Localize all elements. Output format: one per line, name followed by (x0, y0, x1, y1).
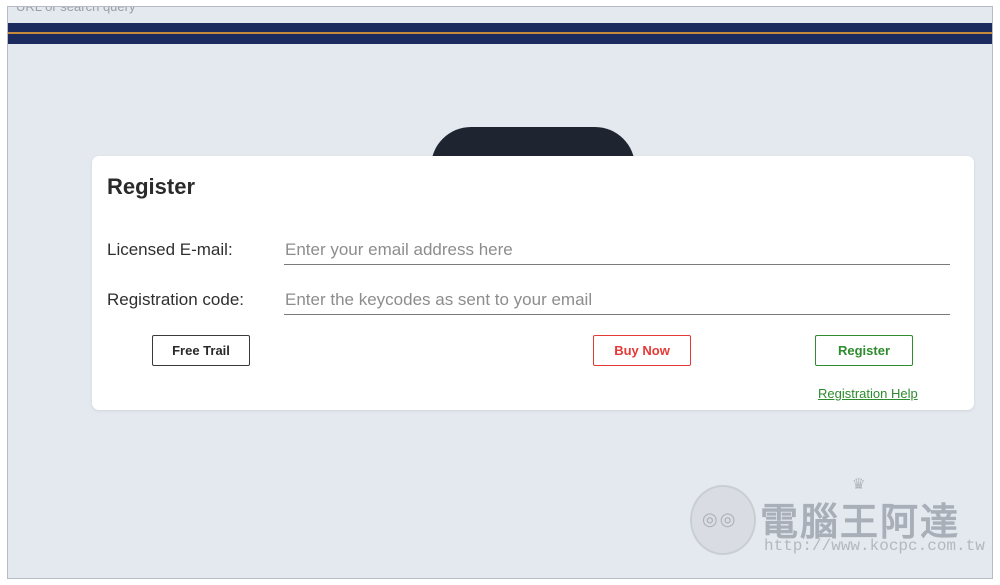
header-bar-lower (8, 34, 992, 44)
registration-code-field[interactable] (284, 285, 950, 315)
watermark-logo: ◎◎ ♛ 電腦王阿達 http://www.kocpc.com.tw (686, 475, 986, 565)
app-window: URL or search query Register Licensed E-… (7, 6, 993, 579)
buy-now-button[interactable]: Buy Now (593, 335, 691, 366)
dialog-title: Register (107, 174, 196, 199)
free-trial-button[interactable]: Free Trail (152, 335, 250, 366)
registration-code-label: Registration code: (107, 290, 245, 309)
register-button[interactable]: Register (815, 335, 913, 366)
registration-help-link[interactable]: Registration Help (818, 386, 918, 401)
header-bar (8, 23, 992, 32)
register-dialog: Register Licensed E-mail: Registration c… (92, 156, 974, 410)
watermark-url: http://www.kocpc.com.tw (764, 537, 985, 555)
mascot-glasses-icon: ◎◎ (702, 509, 738, 529)
address-bar-text[interactable]: URL or search query (16, 7, 135, 14)
email-label: Licensed E-mail: (107, 240, 233, 259)
email-field[interactable] (284, 235, 950, 265)
